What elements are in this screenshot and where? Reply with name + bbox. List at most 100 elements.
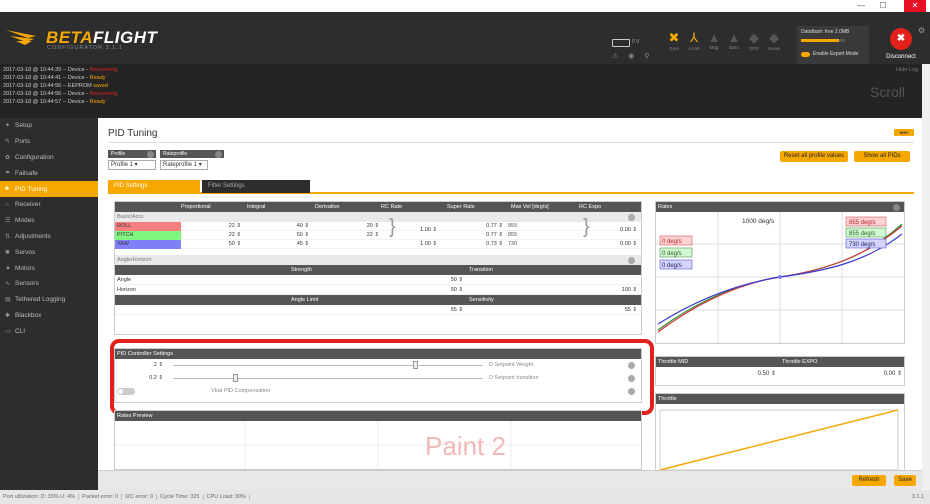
nav-icon: ✺ bbox=[5, 249, 11, 256]
sidebar-item-tethered-logging[interactable]: ▤ Tethered Logging bbox=[0, 292, 98, 308]
d-input[interactable]: 22 ⇕ bbox=[315, 231, 379, 240]
throttle-row: 0.50 ⇕ 0.00 ⇕ bbox=[656, 367, 904, 385]
rates-panel: Rates 1000 deg/s 0 deg/s 0 deg/s 0 deg/s… bbox=[655, 201, 905, 344]
nav-icon: ∿ bbox=[5, 281, 11, 288]
maximize-button[interactable]: ☐ bbox=[872, 0, 894, 12]
pitch-min-label: 0 deg/s bbox=[662, 251, 682, 257]
app-version-sub: CONFIGURATOR 3.1.1 bbox=[47, 45, 123, 51]
nav-icon: ✱ bbox=[5, 312, 11, 319]
p-input[interactable]: 22 ⇕ bbox=[181, 222, 241, 231]
refresh-button[interactable]: Refresh bbox=[852, 475, 886, 486]
wiki-button[interactable]: WIKI bbox=[894, 129, 914, 136]
nav-label: Sensors bbox=[15, 280, 39, 288]
link-bracket: } bbox=[389, 216, 396, 238]
help-icon[interactable] bbox=[215, 150, 222, 158]
help-icon[interactable] bbox=[893, 203, 900, 211]
link-bracket: } bbox=[583, 216, 590, 238]
sidebar-item-servos[interactable]: ✺ Servos bbox=[0, 244, 98, 260]
show-all-pids-button[interactable]: Show all PIDs bbox=[854, 151, 910, 162]
sidebar-item-modes[interactable]: ☰ Modes bbox=[0, 213, 98, 229]
rates-curve-chart: 1000 deg/s 0 deg/s 0 deg/s 0 deg/s 855 d… bbox=[656, 212, 904, 343]
log-prefix: 2017-03-18 @ 10:44:56 -- EEPROM bbox=[3, 83, 94, 89]
super-rate-input[interactable]: 0.77 ⇕ bbox=[447, 222, 503, 231]
minimize-button[interactable]: — bbox=[850, 0, 872, 12]
angle-limit-input[interactable]: 55 ⇕ bbox=[415, 305, 463, 315]
i-input[interactable]: 50 ⇕ bbox=[247, 231, 309, 240]
max-velocity: 855 bbox=[508, 232, 518, 238]
link-status-icons: ⚠ ◉ ⚲ bbox=[612, 53, 654, 60]
sidebar-item-setup[interactable]: ✦ Setup bbox=[0, 118, 98, 134]
sidebar-item-pid-tuning[interactable]: ♣ PID Tuning bbox=[0, 181, 98, 197]
horizon-row: Horizon 50 ⇕ 100 ⇕ bbox=[115, 285, 641, 295]
tab-filter-settings[interactable]: Filter Settings bbox=[202, 180, 310, 193]
max-velocity: 730 bbox=[508, 241, 518, 247]
rc-rate-yaw-input[interactable]: 1.00 ⇕ bbox=[381, 240, 437, 249]
p-input[interactable]: 50 ⇕ bbox=[181, 240, 241, 249]
nav-icon: ♣ bbox=[5, 186, 9, 193]
expert-mode-switch[interactable] bbox=[801, 51, 810, 57]
sidebar-item-configuration[interactable]: ✿ Configuration bbox=[0, 150, 98, 166]
throttle-header: Throttle MID Throttle EXPO bbox=[656, 357, 904, 367]
sidebar-item-ports[interactable]: ✎ Ports bbox=[0, 134, 98, 150]
throttle-mid-input[interactable]: 0.50 ⇕ bbox=[716, 367, 776, 381]
red-highlight-annotation bbox=[110, 339, 654, 415]
horizon-strength-input[interactable]: 50 ⇕ bbox=[415, 285, 463, 295]
expert-mode-toggle[interactable]: Enable Expert Mode bbox=[801, 51, 865, 57]
profile-select[interactable]: Profile 1 ▾ bbox=[108, 160, 156, 170]
horizon-transition-input[interactable]: 100 ⇕ bbox=[585, 285, 637, 295]
main-content: PID Tuning WIKI Profile Profile 1 ▾ Rate… bbox=[98, 118, 922, 490]
hide-log-link[interactable]: Hide Log bbox=[896, 67, 918, 73]
version-label: 3.1.1 bbox=[911, 494, 924, 500]
sidebar-item-receiver[interactable]: ⌂ Receiver bbox=[0, 197, 98, 213]
rc-expo-yaw-input[interactable]: 0.00 ⇕ bbox=[579, 240, 637, 249]
sidebar-item-motors[interactable]: ▲ Motors bbox=[0, 260, 98, 276]
help-icon[interactable] bbox=[628, 213, 635, 221]
status-item: Packet error: 0 bbox=[82, 494, 123, 500]
sensor-label: GPS bbox=[749, 46, 759, 51]
nav-label: Failsafe bbox=[15, 169, 38, 177]
profile-header: Profile bbox=[108, 150, 156, 158]
transition-label: Transition bbox=[469, 267, 493, 273]
betaflight-logo-icon bbox=[6, 30, 36, 45]
help-icon[interactable] bbox=[628, 256, 635, 264]
sensor-label: Baro bbox=[729, 45, 739, 50]
d-input[interactable]: 20 ⇕ bbox=[315, 222, 379, 231]
max-velocity: 855 bbox=[508, 223, 518, 229]
log-prefix: 2017-03-18 @ 10:44:57 -- Device - bbox=[3, 99, 90, 105]
status-item: Cycle Time: 325 bbox=[160, 494, 204, 500]
super-rate-input[interactable]: 0.73 ⇕ bbox=[447, 240, 503, 249]
i-input[interactable]: 45 ⇕ bbox=[247, 240, 309, 249]
save-button[interactable]: Save bbox=[894, 475, 916, 486]
rates-title: Rates bbox=[656, 202, 904, 212]
yaw-min-label: 0 deg/s bbox=[662, 263, 682, 269]
sidebar-item-failsafe[interactable]: ☂ Failsafe bbox=[0, 165, 98, 181]
log-status: Recovering bbox=[89, 67, 118, 73]
main-scrollbar[interactable] bbox=[922, 64, 930, 490]
pid-rows: ROLL 22 ⇕ 40 ⇕ 20 ⇕ 0.77 ⇕ 855 PITCH 22 ⇕ 50 ⇕ 22… bbox=[115, 216, 641, 249]
help-icon[interactable] bbox=[147, 150, 154, 158]
sidebar-item-adjustments[interactable]: ⇅ Adjustments bbox=[0, 229, 98, 245]
super-rate-input[interactable]: 0.77 ⇕ bbox=[447, 231, 503, 240]
log-line: 2017-03-18 @ 10:44:57 -- Device - Ready bbox=[3, 98, 919, 106]
log-status: Recovering bbox=[89, 91, 118, 97]
rateprofile-select[interactable]: Rateprofile 1 ▾ bbox=[160, 160, 208, 170]
sidebar-item-blackbox[interactable]: ✱ Blackbox bbox=[0, 308, 98, 324]
pid-table-header: Proportional Integral Derivative RC Rate Sup… bbox=[115, 202, 641, 212]
pid-col-header: Integral bbox=[247, 204, 266, 210]
dataflash-usage-bar bbox=[801, 39, 845, 42]
tab-pid-settings[interactable]: PID Settings bbox=[108, 180, 200, 193]
sensor-label: Accel bbox=[688, 46, 700, 51]
close-window-button[interactable]: ✕ bbox=[904, 0, 926, 12]
gear-icon[interactable]: ⚙ bbox=[918, 26, 925, 35]
reset-profile-button[interactable]: Reset all profile values bbox=[780, 151, 848, 162]
angle-row: Angle 50 ⇕ bbox=[115, 275, 641, 285]
axis-label: PITCH bbox=[115, 231, 181, 240]
throttle-expo-input[interactable]: 0.00 ⇕ bbox=[836, 367, 902, 381]
sidebar-item-sensors[interactable]: ∿ Sensors bbox=[0, 276, 98, 292]
angle-strength-input[interactable]: 50 ⇕ bbox=[415, 275, 463, 285]
nav-label: PID Tuning bbox=[15, 185, 48, 193]
i-input[interactable]: 40 ⇕ bbox=[247, 222, 309, 231]
p-input[interactable]: 22 ⇕ bbox=[181, 231, 241, 240]
sensitivity-input[interactable]: 55 ⇕ bbox=[585, 305, 637, 315]
sidebar-item-cli[interactable]: ▭ CLI bbox=[0, 323, 98, 339]
